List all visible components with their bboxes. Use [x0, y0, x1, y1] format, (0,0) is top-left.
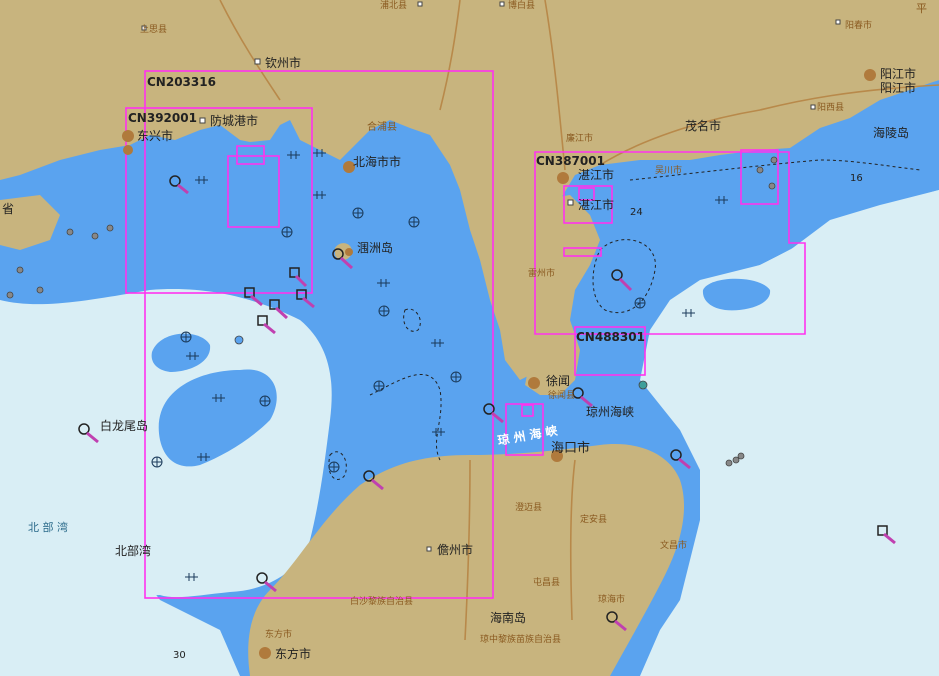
rock-icon — [408, 216, 420, 228]
label-qinzhou: 钦州市 — [265, 55, 301, 70]
label-pubei: 浦北县 — [380, 0, 407, 11]
label-yangchun: 阳春市 — [845, 19, 872, 31]
label-haikou: 海口市 — [551, 440, 590, 456]
label-wuchuan: 吴川市 — [655, 164, 682, 176]
label-bailongwei: 白龙尾岛 — [100, 418, 148, 433]
label-beibu-bay-spaced: 北 部 湾 — [28, 520, 68, 534]
label-baisha: 白沙黎族自治县 — [350, 595, 413, 607]
sounding-16: 16 — [850, 173, 863, 184]
label-shangsi: 上思县 — [140, 24, 167, 35]
label-lianjiang: 廉江市 — [566, 132, 593, 144]
cell-label-cn203316[interactable]: CN203316 — [147, 75, 216, 89]
label-weizhou: 涠洲岛 — [357, 240, 393, 255]
label-top-right-edge: 平 — [916, 2, 927, 15]
label-hailing: 海陵岛 — [873, 125, 909, 140]
rock-icon — [151, 456, 163, 468]
rock-icon — [373, 380, 385, 392]
label-qiongzhou-strait: 琼州海峡 — [586, 404, 634, 419]
nautical-chart-map[interactable]: CN203316 CN392001 CN387001 CN488301 16 2… — [0, 0, 939, 676]
sounding-30: 30 — [173, 650, 186, 661]
label-danzhou: 儋州市 — [437, 542, 473, 557]
label-dongfang-small: 东方市 — [265, 628, 292, 640]
label-wenchang: 文昌市 — [660, 539, 687, 551]
rock-icon — [259, 395, 271, 407]
label-province-edge: 省 — [2, 202, 14, 216]
label-xuwen: 徐闻 — [546, 373, 570, 388]
label-zhanjiang-sub: 湛江市 — [578, 197, 614, 212]
label-tunchang: 屯昌县 — [533, 576, 560, 588]
cell-label-cn392001[interactable]: CN392001 — [128, 111, 197, 125]
label-bobai: 博白县 — [508, 0, 535, 11]
label-beihai: 北海市市 — [353, 154, 401, 169]
label-hainan: 海南岛 — [490, 610, 526, 625]
rock-icon — [352, 207, 364, 219]
label-hepu: 合浦县 — [367, 120, 397, 133]
rock-icon — [378, 305, 390, 317]
label-dongfang: 东方市 — [275, 646, 311, 661]
cell-label-cn387001[interactable]: CN387001 — [536, 154, 605, 168]
label-fangchenggang: 防城港市 — [210, 113, 258, 128]
label-maoming: 茂名市 — [685, 118, 721, 133]
rock-icon — [450, 371, 462, 383]
label-dongxing: 东兴市 — [137, 128, 173, 143]
cell-label-cn488301[interactable]: CN488301 — [576, 330, 645, 344]
label-yangjiang-sub: 阳江市 — [880, 80, 916, 95]
rock-icon — [634, 297, 646, 309]
label-xuwen-sub: 徐闻县 — [548, 389, 575, 401]
label-dingan: 定安县 — [580, 513, 607, 525]
rock-icon — [180, 331, 192, 343]
label-yangjiang: 阳江市 — [880, 66, 916, 81]
label-beibu-bay: 北部湾 — [115, 543, 151, 558]
label-chengmai: 澄迈县 — [515, 501, 542, 513]
label-leizhou: 雷州市 — [528, 267, 555, 279]
label-qionghai: 琼海市 — [598, 593, 625, 605]
rock-icon — [328, 461, 340, 473]
rock-icon — [281, 226, 293, 238]
sounding-24: 24 — [630, 207, 643, 218]
label-qiongzhong: 琼中黎族苗族自治县 — [480, 633, 561, 645]
label-zhanjiang: 湛江市 — [578, 167, 614, 182]
label-yangxi: 阳西县 — [817, 102, 844, 113]
